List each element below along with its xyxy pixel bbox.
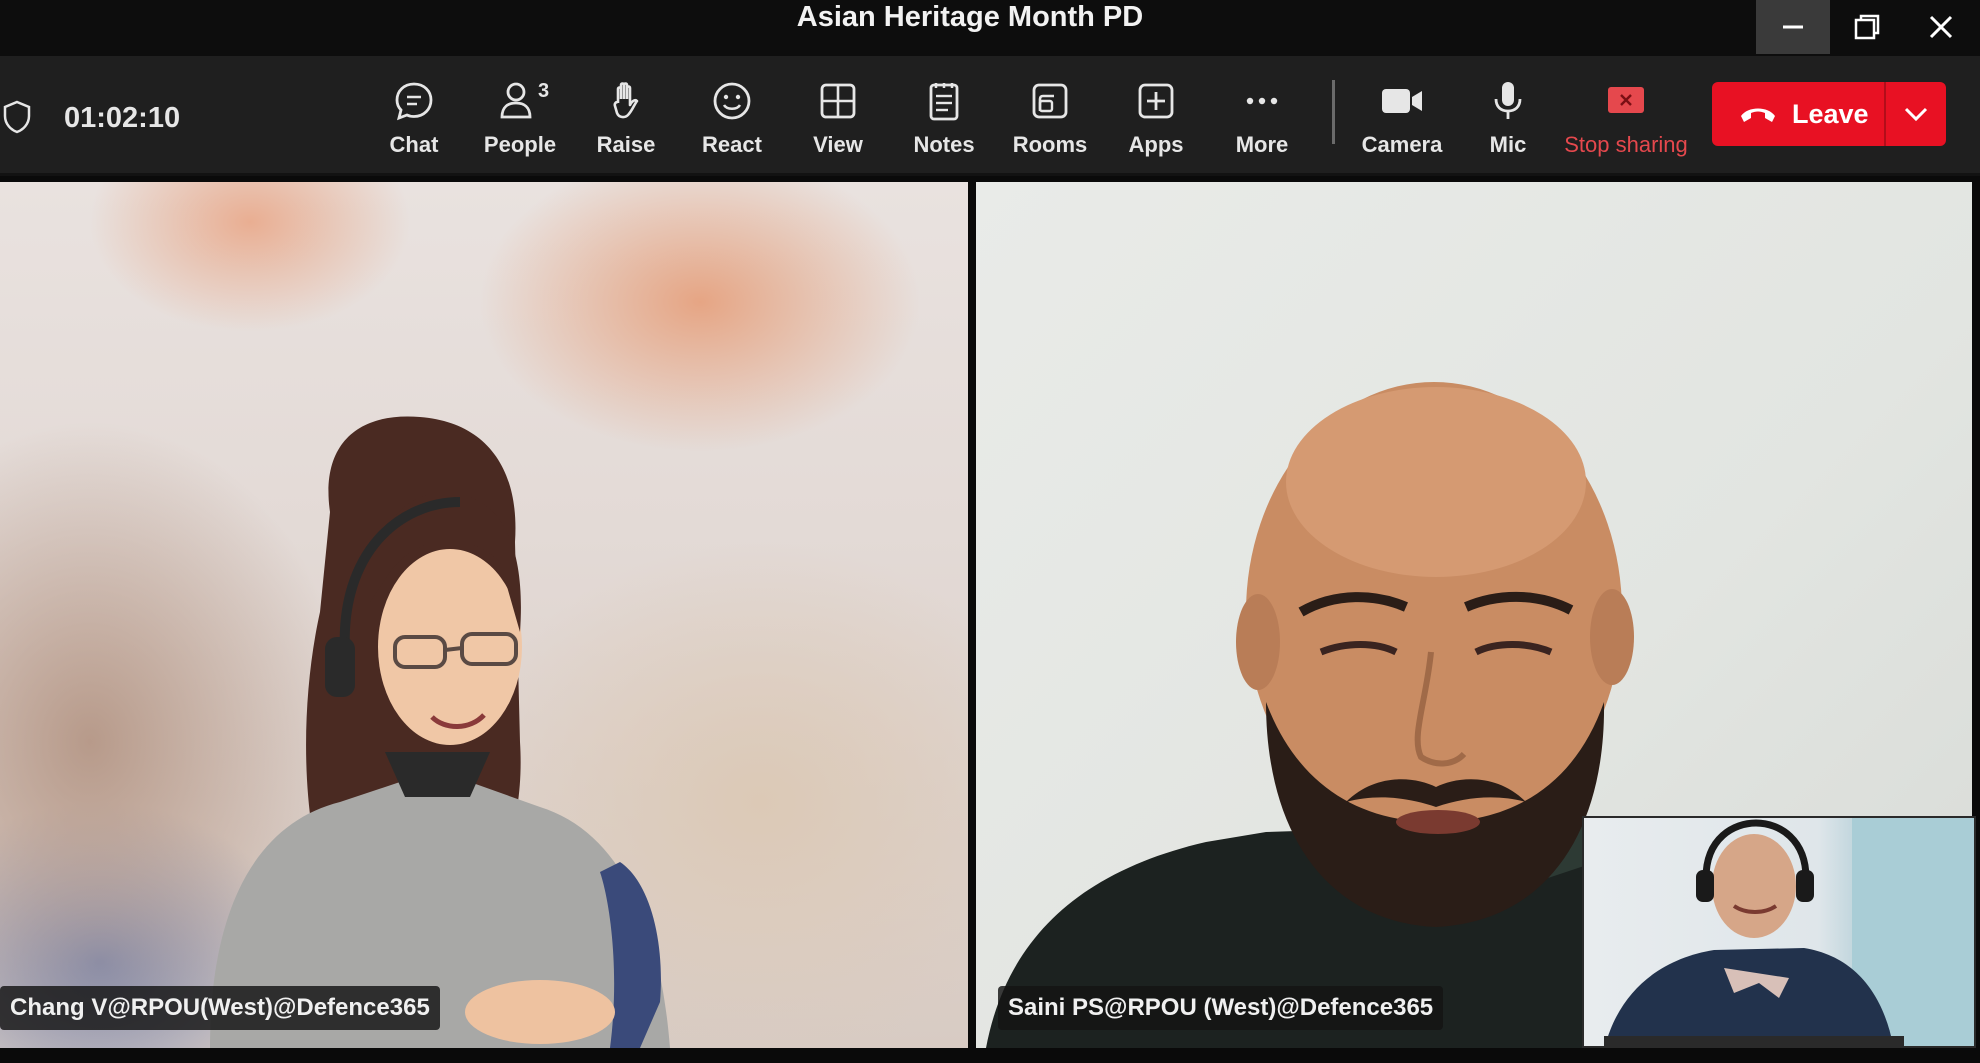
people-label: People [483,132,557,157]
react-button[interactable]: React [682,74,782,164]
apps-button[interactable]: Apps [1106,74,1206,164]
raise-hand-button[interactable]: Raise [576,74,676,164]
chat-icon [392,74,436,128]
camera-button[interactable]: Camera [1352,74,1452,164]
bottom-bezel [0,1048,1980,1063]
more-label: More [1235,132,1289,157]
chevron-down-icon [1904,107,1928,122]
meeting-toolbar: 01:02:10 Chat 3 People Raise React View [0,56,1980,176]
raise-label: Raise [596,132,656,157]
view-grid-icon [816,74,860,128]
more-dots-icon [1240,74,1284,128]
participant-silhouette-left [210,416,670,1048]
react-label: React [702,132,762,157]
leave-button[interactable]: Leave [1712,82,1884,146]
apps-plus-icon [1134,74,1178,128]
view-label: View [813,132,863,157]
people-icon: 3 [498,74,549,128]
rooms-label: Rooms [1012,132,1088,157]
mic-button[interactable]: Mic [1458,74,1558,164]
minimize-button[interactable] [1756,0,1830,54]
view-button[interactable]: View [788,74,888,164]
close-icon [1929,15,1953,39]
notes-button[interactable]: Notes [894,74,994,164]
toolbar-divider [1332,80,1335,144]
participant-name-right: Saini PS@RPOU (West)@Defence365 [998,986,1444,1030]
minimize-icon [1783,25,1803,29]
stop-sharing-icon [1604,74,1648,128]
self-view-video[interactable] [1582,816,1976,1048]
participant-video-left [0,182,968,1048]
stop-sharing-button[interactable]: Stop sharing [1564,74,1688,164]
restore-icon [1854,14,1880,40]
mic-icon [1486,74,1530,128]
participant-name-left: Chang V@RPOU(West)@Defence365 [0,986,440,1030]
close-window-button[interactable] [1904,0,1978,54]
leave-button-group: Leave [1712,82,1946,146]
leave-options-button[interactable] [1886,105,1946,123]
apps-label: Apps [1128,132,1184,157]
chat-button[interactable]: Chat [364,74,464,164]
notes-label: Notes [913,132,975,157]
self-view-silhouette [1604,818,1974,1046]
restore-button[interactable] [1830,0,1904,54]
people-button[interactable]: 3 People [470,74,570,164]
rooms-button[interactable]: Rooms [1000,74,1100,164]
react-smiley-icon [710,74,754,128]
camera-icon [1378,74,1426,128]
people-count-badge: 3 [538,80,550,102]
more-button[interactable]: More [1212,74,1312,164]
stop-sharing-label: Stop sharing [1564,132,1688,157]
meeting-timer: 01:02:10 [64,102,181,134]
chat-label: Chat [389,132,439,157]
raise-hand-icon [604,74,648,128]
shield-icon [2,100,32,139]
meeting-title: Asian Heritage Month PD [796,1,1144,33]
title-bar: Asian Heritage Month PD [0,0,1980,56]
camera-label: Camera [1361,132,1443,157]
hang-up-icon [1741,108,1775,122]
rooms-icon [1028,74,1072,128]
leave-label: Leave [1792,98,1869,129]
mic-label: Mic [1489,132,1527,157]
notes-icon [922,74,966,128]
